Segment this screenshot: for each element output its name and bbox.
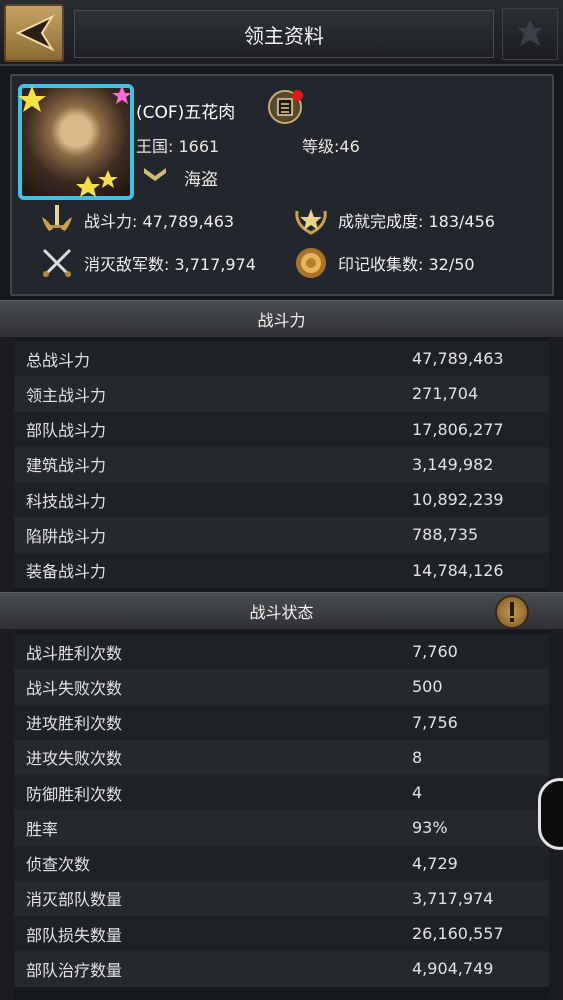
table-row: 侦查次数 4,729 (14, 845, 549, 881)
row-label: 部队治疗数量 (26, 960, 123, 980)
header-right-button[interactable] (502, 8, 558, 60)
row-value: 7,760 (412, 642, 458, 662)
seal-medal-icon (292, 244, 330, 282)
row-value: 93% (412, 818, 448, 838)
row-value: 10,892,239 (412, 490, 504, 510)
row-value: 500 (412, 677, 443, 697)
row-label: 胜率 (26, 819, 59, 839)
laurel-star-icon (292, 201, 330, 239)
page-title-text: 领主资料 (244, 23, 324, 48)
stat-kills-text: 消灭敌军数: 3,717,974 (84, 255, 256, 274)
rank-label: 海盗 (184, 170, 218, 190)
table-row: 领主战斗力 271,704 (14, 376, 549, 412)
table-row: 装备战斗力 14,784,126 (14, 552, 549, 588)
table-row: 部队损失数量 26,160,557 (14, 916, 549, 952)
chevron-rank-icon (144, 168, 166, 181)
row-value: 788,735 (412, 525, 479, 545)
row-label: 进攻失败次数 (26, 749, 123, 769)
level-label: 等级:46 (302, 137, 360, 156)
table-row: 部队战斗力 17,806,277 (14, 411, 549, 447)
stat-power: 战斗力: 47,789,463 (38, 201, 234, 239)
row-value: 47,789,463 (412, 349, 504, 369)
row-value: 271,704 (412, 384, 479, 404)
info-button[interactable] (495, 595, 529, 629)
table-row: 科技战斗力 10,892,239 (14, 482, 549, 518)
row-label: 部队损失数量 (26, 925, 123, 945)
floating-action-button[interactable] (538, 778, 563, 850)
table-row: 战斗失败次数 500 (14, 669, 549, 705)
row-label: 科技战斗力 (26, 491, 107, 511)
row-label: 部队战斗力 (26, 421, 107, 441)
table-row: 进攻胜利次数 7,756 (14, 704, 549, 740)
section-power-header: 战斗力 (0, 300, 563, 338)
row-label: 装备战斗力 (26, 562, 107, 582)
avatar[interactable] (18, 84, 134, 200)
row-value: 4,729 (412, 853, 458, 873)
table-row: 防御胜利次数 4 (14, 775, 549, 811)
row-label: 防御胜利次数 (26, 784, 123, 804)
header-bar: 领主资料 (0, 0, 563, 66)
table-row: 战斗胜利次数 7,760 (14, 634, 549, 670)
stat-kills: 消灭敌军数: 3,717,974 (38, 244, 256, 282)
exclamation-icon (510, 602, 514, 622)
table-row: 进攻失败次数 8 (14, 739, 549, 775)
stat-power-text: 战斗力: 47,789,463 (84, 212, 235, 231)
row-label: 战斗胜利次数 (26, 643, 123, 663)
mail-button[interactable] (268, 90, 303, 124)
row-value: 8 (412, 747, 423, 767)
stat-achievement: 成就完成度: 183/456 (292, 201, 495, 239)
stat-badges-text: 印记收集数: 32/50 (338, 255, 475, 274)
back-arrow-icon (15, 14, 55, 52)
left-rail (0, 300, 14, 1000)
row-label: 进攻胜利次数 (26, 714, 123, 734)
emblem-icon (518, 20, 542, 46)
row-value: 14,784,126 (412, 560, 504, 580)
section-power-title: 战斗力 (257, 311, 306, 330)
row-label: 消灭部队数量 (26, 890, 123, 910)
row-label: 陷阱战斗力 (26, 526, 107, 546)
mail-icon (277, 98, 293, 116)
sword-wings-icon (38, 201, 76, 239)
row-value: 26,160,557 (412, 924, 504, 944)
page-title: 领主资料 (74, 10, 494, 58)
table-row: 消灭部队数量 3,717,974 (14, 880, 549, 916)
row-value: 7,756 (412, 712, 458, 732)
notification-dot (292, 90, 303, 101)
battle-table: 战斗胜利次数 7,760 战斗失败次数 500 进攻胜利次数 7,756 进攻失败次数 8 防御… (14, 634, 549, 987)
player-name: (COF)五花肉 (136, 103, 236, 123)
section-battle-title: 战斗状态 (249, 603, 314, 622)
section-battle-header: 战斗状态 (0, 592, 563, 630)
table-row: 部队治疗数量 4,904,749 (14, 951, 549, 987)
row-label: 战斗失败次数 (26, 678, 123, 698)
row-label: 侦查次数 (26, 855, 91, 875)
row-label: 领主战斗力 (26, 385, 107, 405)
kingdom-label: 王国: 1661 (136, 137, 220, 156)
stat-achievement-text: 成就完成度: 183/456 (338, 212, 495, 231)
power-table: 总战斗力 47,789,463 领主战斗力 271,704 部队战斗力 17,806,27… (14, 341, 549, 588)
row-label: 建筑战斗力 (26, 456, 107, 476)
row-value: 17,806,277 (412, 419, 504, 439)
stat-badges: 印记收集数: 32/50 (292, 244, 475, 282)
back-button[interactable] (4, 4, 64, 62)
right-rail (549, 300, 563, 1000)
crossed-swords-icon (38, 244, 76, 282)
table-row: 胜率 93% (14, 810, 549, 846)
star-decor-icon (18, 86, 132, 197)
table-row: 陷阱战斗力 788,735 (14, 517, 549, 553)
table-row: 总战斗力 47,789,463 (14, 341, 549, 377)
row-label: 总战斗力 (26, 350, 91, 370)
table-row: 建筑战斗力 3,149,982 (14, 446, 549, 482)
profile-panel: (COF)五花肉 王国: 1661 等级:46 海盗 战斗力: 47,789,4… (10, 74, 554, 296)
row-value: 4,904,749 (412, 959, 494, 979)
row-value: 3,149,982 (412, 454, 494, 474)
row-value: 4 (412, 783, 423, 803)
row-value: 3,717,974 (412, 888, 494, 908)
